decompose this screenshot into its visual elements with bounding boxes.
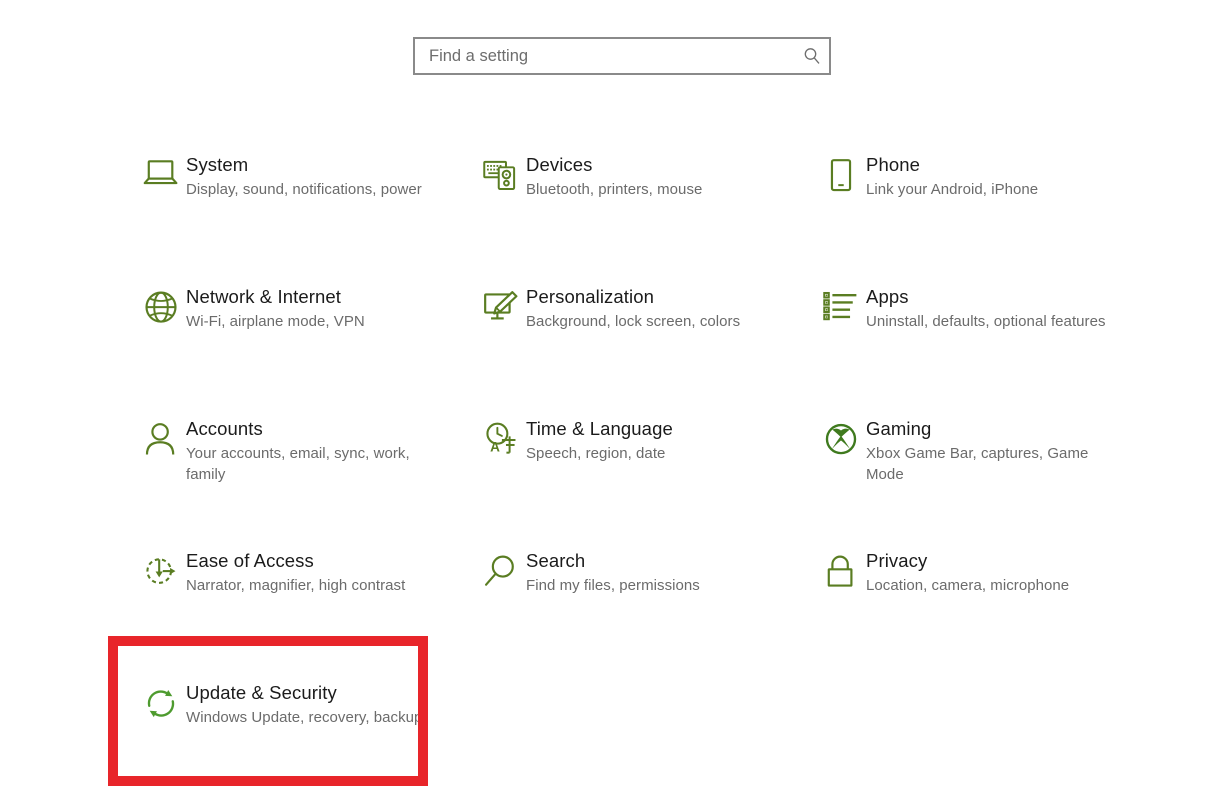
- tile-title: Privacy: [866, 550, 928, 571]
- svg-text:A: A: [490, 440, 500, 455]
- tile-subtitle: Find my files, permissions: [526, 577, 700, 594]
- settings-tile-update-security[interactable]: Update & Security Windows Update, recove…: [118, 668, 458, 800]
- settings-tile-phone[interactable]: Phone Link your Android, iPhone: [798, 140, 1128, 272]
- lock-icon: [798, 550, 860, 602]
- list-icon: [798, 286, 860, 338]
- person-icon: [118, 418, 180, 470]
- settings-tile-system[interactable]: System Display, sound, notifications, po…: [118, 140, 458, 272]
- settings-tile-gaming[interactable]: Gaming Xbox Game Bar, captures, Game Mod…: [798, 404, 1128, 536]
- settings-tile-accounts[interactable]: Accounts Your accounts, email, sync, wor…: [118, 404, 458, 536]
- settings-tile-ease-of-access[interactable]: Ease of Access Narrator, magnifier, high…: [118, 536, 458, 668]
- settings-grid: System Display, sound, notifications, po…: [118, 140, 1148, 800]
- tile-subtitle: Xbox Game Bar, captures, Game Mode: [866, 445, 1089, 483]
- globe-icon: [118, 286, 180, 338]
- settings-tile-time-language[interactable]: A Time & Language Speech, region, date: [458, 404, 798, 536]
- tile-subtitle: Display, sound, notifications, power: [186, 181, 422, 198]
- settings-tile-devices[interactable]: Devices Bluetooth, printers, mouse: [458, 140, 798, 272]
- refresh-circle-icon: [118, 682, 180, 734]
- ease-of-access-icon: [118, 550, 180, 602]
- tile-subtitle: Windows Update, recovery, backup: [186, 709, 423, 726]
- tile-title: Devices: [526, 154, 593, 175]
- settings-tile-text: Privacy Location, camera, microphone: [860, 550, 1128, 596]
- search-icon[interactable]: [795, 39, 829, 73]
- monitor-paintbrush-icon: [458, 286, 520, 338]
- tile-title: Accounts: [186, 418, 263, 439]
- tile-subtitle: Narrator, magnifier, high contrast: [186, 577, 406, 594]
- tile-subtitle: Location, camera, microphone: [866, 577, 1070, 594]
- settings-tile-text: Devices Bluetooth, printers, mouse: [520, 154, 798, 200]
- tile-title: System: [186, 154, 249, 175]
- clock-language-icon: A: [458, 418, 520, 470]
- tile-subtitle: Background, lock screen, colors: [526, 313, 741, 330]
- search-bar[interactable]: [413, 37, 831, 75]
- tile-subtitle: Bluetooth, printers, mouse: [526, 181, 703, 198]
- tile-title: Apps: [866, 286, 909, 307]
- tile-title: Update & Security: [186, 682, 337, 703]
- settings-tile-text: Apps Uninstall, defaults, optional featu…: [860, 286, 1128, 332]
- tile-title: Network & Internet: [186, 286, 342, 307]
- settings-tile-privacy[interactable]: Privacy Location, camera, microphone: [798, 536, 1128, 668]
- tile-title: Time & Language: [526, 418, 673, 439]
- keyboard-mouse-icon: [458, 154, 520, 206]
- search-input[interactable]: [415, 39, 795, 73]
- settings-tile-text: Update & Security Windows Update, recove…: [180, 682, 458, 728]
- settings-tile-personalization[interactable]: Personalization Background, lock screen,…: [458, 272, 798, 404]
- settings-tile-text: Ease of Access Narrator, magnifier, high…: [180, 550, 458, 596]
- tile-title: Personalization: [526, 286, 654, 307]
- settings-tile-text: Gaming Xbox Game Bar, captures, Game Mod…: [860, 418, 1128, 485]
- magnifier-icon: [458, 550, 520, 602]
- settings-tile-search[interactable]: Search Find my files, permissions: [458, 536, 798, 668]
- tile-subtitle: Uninstall, defaults, optional features: [866, 313, 1106, 330]
- tile-title: Gaming: [866, 418, 932, 439]
- settings-tile-text: Accounts Your accounts, email, sync, wor…: [180, 418, 458, 485]
- settings-tile-text: Search Find my files, permissions: [520, 550, 798, 596]
- tile-subtitle: Wi-Fi, airplane mode, VPN: [186, 313, 365, 330]
- smartphone-icon: [798, 154, 860, 206]
- tile-subtitle: Your accounts, email, sync, work, family: [186, 445, 410, 483]
- tile-title: Ease of Access: [186, 550, 314, 571]
- settings-tile-network-internet[interactable]: Network & Internet Wi-Fi, airplane mode,…: [118, 272, 458, 404]
- tile-title: Search: [526, 550, 586, 571]
- settings-tile-text: Phone Link your Android, iPhone: [860, 154, 1128, 200]
- settings-tile-text: Network & Internet Wi-Fi, airplane mode,…: [180, 286, 458, 332]
- settings-tile-text: Personalization Background, lock screen,…: [520, 286, 798, 332]
- settings-tile-text: Time & Language Speech, region, date: [520, 418, 798, 464]
- tile-subtitle: Link your Android, iPhone: [866, 181, 1039, 198]
- settings-tile-apps[interactable]: Apps Uninstall, defaults, optional featu…: [798, 272, 1128, 404]
- xbox-icon: [798, 418, 860, 470]
- settings-tile-text: System Display, sound, notifications, po…: [180, 154, 458, 200]
- laptop-icon: [118, 154, 180, 206]
- tile-subtitle: Speech, region, date: [526, 445, 666, 462]
- tile-title: Phone: [866, 154, 920, 175]
